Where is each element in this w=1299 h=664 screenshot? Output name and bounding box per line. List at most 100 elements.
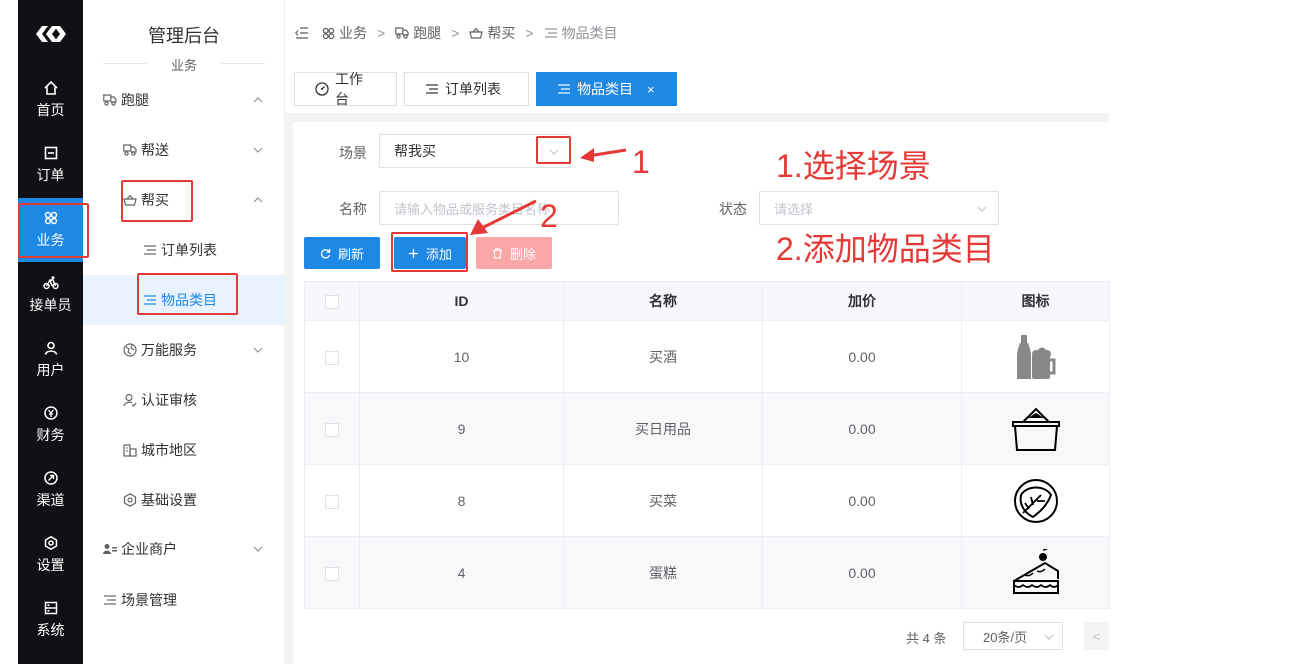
menu-item-scene-management[interactable]: 场景管理 <box>83 575 285 625</box>
collapse-menu-icon[interactable] <box>295 26 309 40</box>
menu-item-order-list[interactable]: 订单列表 <box>83 225 285 275</box>
gear-icon <box>123 493 137 507</box>
breadcrumb: 业务 > 跑腿 > 帮买 > 物品类目 <box>295 22 618 44</box>
rail-item-order[interactable]: 订单 <box>18 133 83 197</box>
chevron-down-icon <box>1044 634 1054 640</box>
rail-item-label: 系统 <box>36 622 65 638</box>
rail-item-label: 设置 <box>36 557 65 573</box>
tab-workbench[interactable]: 工作台 <box>294 71 397 107</box>
table-row[interactable]: 8 买菜 0.00 <box>304 464 1110 537</box>
menu-item-errand[interactable]: 跑腿 <box>83 75 285 125</box>
status-select[interactable]: 请选择 <box>759 191 999 225</box>
rail-item-home[interactable]: 首页 <box>18 68 83 132</box>
verify-icon <box>123 393 137 407</box>
menu-item-label: 认证审核 <box>141 392 197 408</box>
cell-icon <box>961 536 1110 609</box>
cell-name: 买酒 <box>563 320 763 393</box>
list-icon <box>544 26 558 40</box>
table-row[interactable]: 4 蛋糕 0.00 <box>304 536 1110 609</box>
menu-item-label: 订单列表 <box>161 242 217 258</box>
tab-label: 物品类目 <box>577 81 633 97</box>
logo <box>18 0 83 68</box>
rail-item-system[interactable]: 系统 <box>18 588 83 652</box>
menu-title: 管理后台 <box>148 26 220 46</box>
column-header-icon[interactable]: 图标 <box>961 281 1110 321</box>
breadcrumb-separator: > <box>451 25 460 41</box>
page-size-value: 20条/页 <box>983 629 1028 645</box>
rail-item-label: 订单 <box>36 167 65 183</box>
scene-label: 场景 <box>339 145 367 161</box>
cell-id: 10 <box>359 320 564 393</box>
breadcrumb-item[interactable]: 跑腿 <box>413 23 441 43</box>
breadcrumb-separator: > <box>525 25 534 41</box>
menu-item-basic-settings[interactable]: 基础设置 <box>83 475 285 525</box>
breadcrumb-item[interactable]: 业务 <box>339 23 367 43</box>
delete-button[interactable]: 删除 <box>476 237 552 269</box>
rail-item-label: 渠道 <box>36 492 65 508</box>
cell-price: 0.00 <box>762 536 962 609</box>
errand-icon <box>103 93 117 107</box>
tab-order-list[interactable]: 订单列表 <box>404 72 529 106</box>
menu-item-label: 基础设置 <box>141 492 197 508</box>
annotation-step-2: 2.添加物品类目 <box>776 231 995 267</box>
rail-item-settings[interactable]: 设置 <box>18 523 83 587</box>
menu-item-label: 城市地区 <box>141 442 197 458</box>
menu-item-label: 场景管理 <box>121 592 177 608</box>
menu-item-deliver[interactable]: 帮送 <box>83 125 285 175</box>
column-header-id[interactable]: ID <box>359 281 564 321</box>
chevron-up-icon <box>253 97 263 103</box>
prev-page-button[interactable]: < <box>1084 622 1109 650</box>
system-icon <box>43 600 59 616</box>
name-label: 名称 <box>339 201 367 217</box>
arrow-icon <box>580 148 627 162</box>
list-icon <box>557 82 571 96</box>
menu-item-merchant[interactable]: 企业商户 <box>83 524 285 574</box>
trash-icon <box>492 247 504 259</box>
status-select-placeholder: 请选择 <box>774 201 814 217</box>
table-row[interactable]: 10 买酒 0.00 <box>304 320 1110 393</box>
user-icon <box>43 340 59 356</box>
breadcrumb-current: 物品类目 <box>561 25 618 41</box>
refresh-button[interactable]: 刷新 <box>304 237 380 269</box>
cell-name: 蛋糕 <box>563 536 763 609</box>
page-tabs: 工作台 订单列表 物品类目 × <box>294 71 684 107</box>
select-all-checkbox[interactable] <box>325 295 339 310</box>
menu-item-verify[interactable]: 认证审核 <box>83 375 285 425</box>
cabbage-icon <box>1013 478 1058 523</box>
menu-item-city[interactable]: 城市地区 <box>83 425 285 475</box>
cake-icon <box>1012 547 1059 594</box>
tab-item-category[interactable]: 物品类目 × <box>536 72 677 106</box>
settings-icon <box>43 535 59 551</box>
rail-item-user[interactable]: 用户 <box>18 328 83 392</box>
menu-item-label: 企业商户 <box>121 541 177 557</box>
column-header-price[interactable]: 加价 <box>762 281 962 321</box>
row-checkbox[interactable] <box>325 350 339 365</box>
courier-icon <box>42 275 59 291</box>
row-checkbox[interactable] <box>325 566 339 581</box>
row-checkbox[interactable] <box>325 422 339 437</box>
rail-item-channel[interactable]: 渠道 <box>18 458 83 522</box>
beer-icon <box>1016 334 1055 379</box>
row-checkbox[interactable] <box>325 494 339 509</box>
chevron-down-icon <box>253 147 263 153</box>
rail-item-finance[interactable]: 财务 <box>18 393 83 457</box>
menu-item-label: 跑腿 <box>121 92 149 108</box>
page-size-select[interactable]: 20条/页 <box>963 622 1063 650</box>
finance-icon <box>43 405 59 421</box>
menu-item-universal-service[interactable]: 万能服务 <box>83 325 285 375</box>
rail-item-label: 财务 <box>36 427 65 443</box>
delete-button-label: 删除 <box>509 246 536 262</box>
rail-item-courier[interactable]: 接单员 <box>18 263 83 327</box>
close-icon[interactable]: × <box>647 82 655 97</box>
refresh-button-label: 刷新 <box>337 246 364 262</box>
highlight-rail-business <box>18 203 89 258</box>
chevron-up-icon <box>253 197 263 203</box>
cell-id: 9 <box>359 392 564 465</box>
table-row[interactable]: 9 买日用品 0.00 <box>304 392 1110 465</box>
rail-item-label: 首页 <box>36 102 65 118</box>
breadcrumb-item[interactable]: 帮买 <box>487 23 515 43</box>
column-header-name[interactable]: 名称 <box>563 281 763 321</box>
highlight-menu-item-category <box>137 273 238 315</box>
basket-icon <box>1011 407 1060 451</box>
menu-item-label: 帮送 <box>141 142 169 158</box>
